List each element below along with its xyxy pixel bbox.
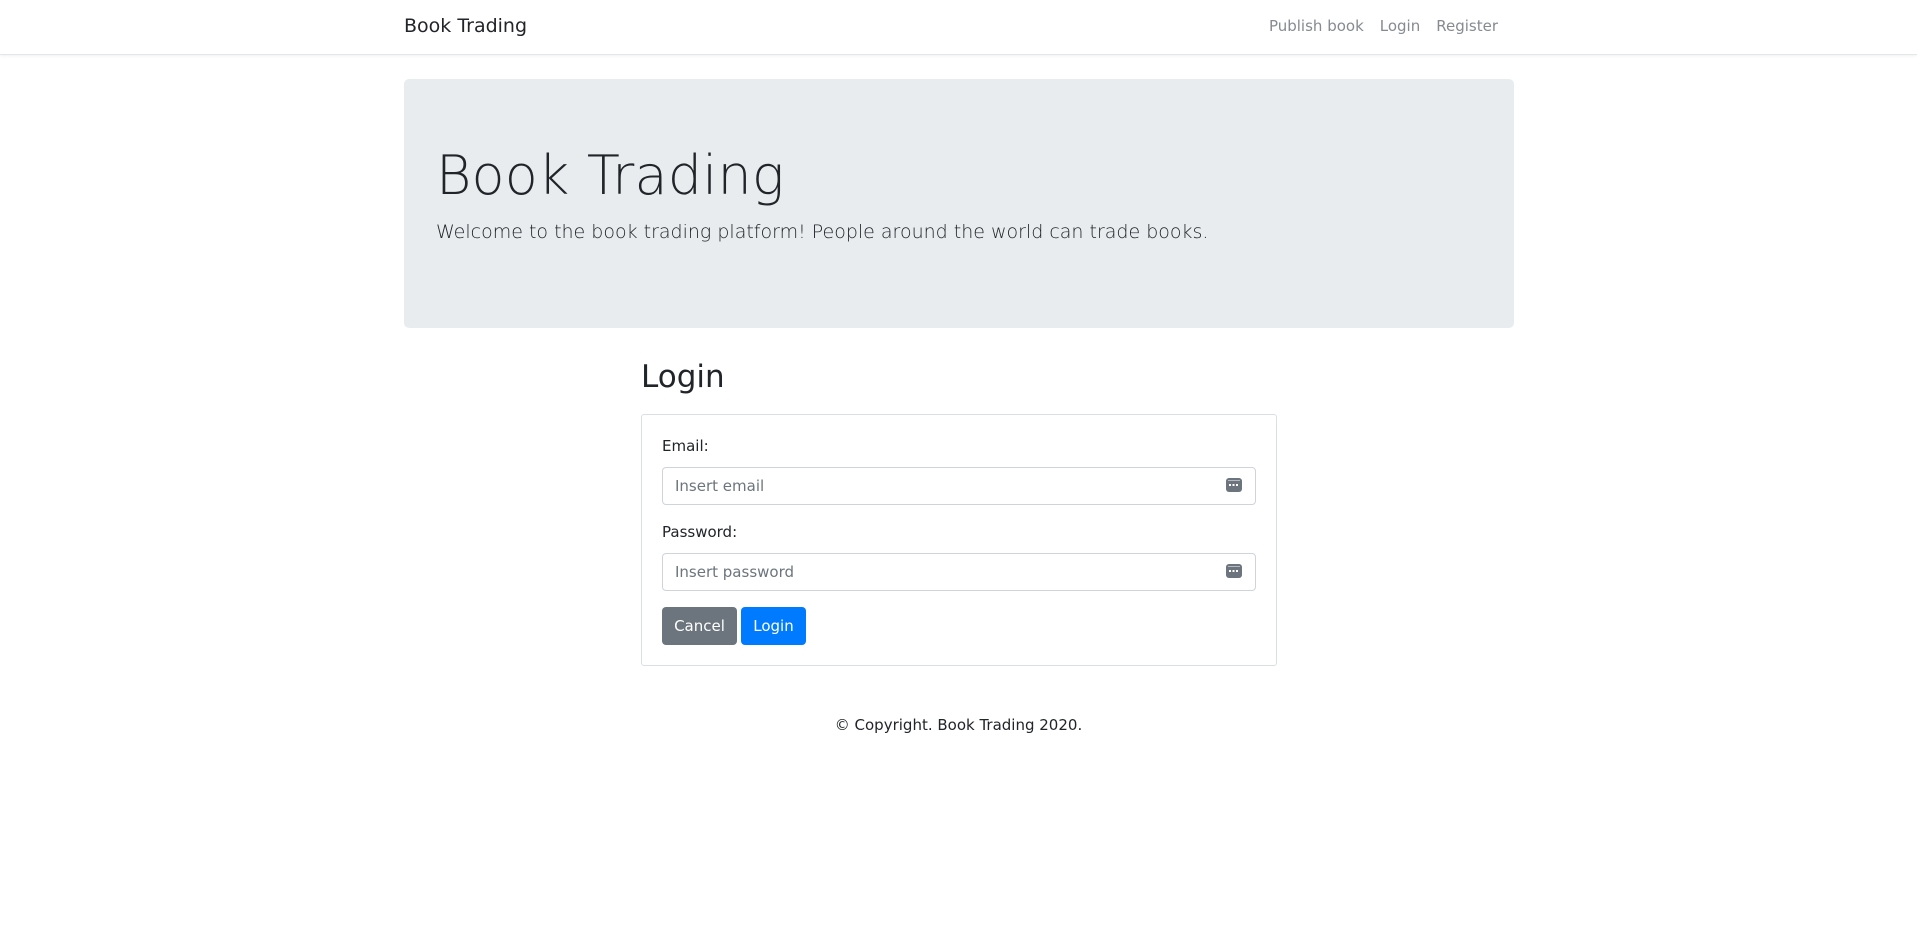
password-label: Password: (662, 523, 738, 541)
nav-link-register[interactable]: Register (1428, 16, 1506, 36)
brand-link[interactable]: Book Trading (404, 14, 527, 38)
email-field[interactable] (663, 468, 1255, 504)
password-manager-icon[interactable] (1226, 478, 1242, 492)
footer-copyright: © Copyright. Book Trading 2020. (834, 716, 1083, 734)
jumbotron-title: Book Trading (436, 144, 785, 207)
password-field[interactable] (663, 554, 1255, 590)
password-field-wrapper (662, 553, 1256, 591)
nav-links: Publish book Login Register (1261, 16, 1506, 36)
login-button[interactable]: Login (741, 607, 806, 645)
navbar: Book Trading Publish book Login Register (0, 0, 1917, 55)
login-heading: Login (641, 359, 725, 395)
nav-link-publish-book[interactable]: Publish book (1261, 16, 1372, 36)
jumbotron-lead: Welcome to the book trading platform! Pe… (436, 221, 1209, 243)
cancel-button[interactable]: Cancel (662, 607, 737, 645)
footer: © Copyright. Book Trading 2020. (0, 715, 1917, 735)
email-label: Email: (662, 437, 709, 455)
password-manager-icon[interactable] (1226, 564, 1242, 578)
email-field-wrapper (662, 467, 1256, 505)
login-form: Email: Password: Cancel Login (641, 414, 1277, 666)
nav-link-login[interactable]: Login (1372, 16, 1428, 36)
jumbotron: Book Trading Welcome to the book trading… (404, 79, 1514, 328)
